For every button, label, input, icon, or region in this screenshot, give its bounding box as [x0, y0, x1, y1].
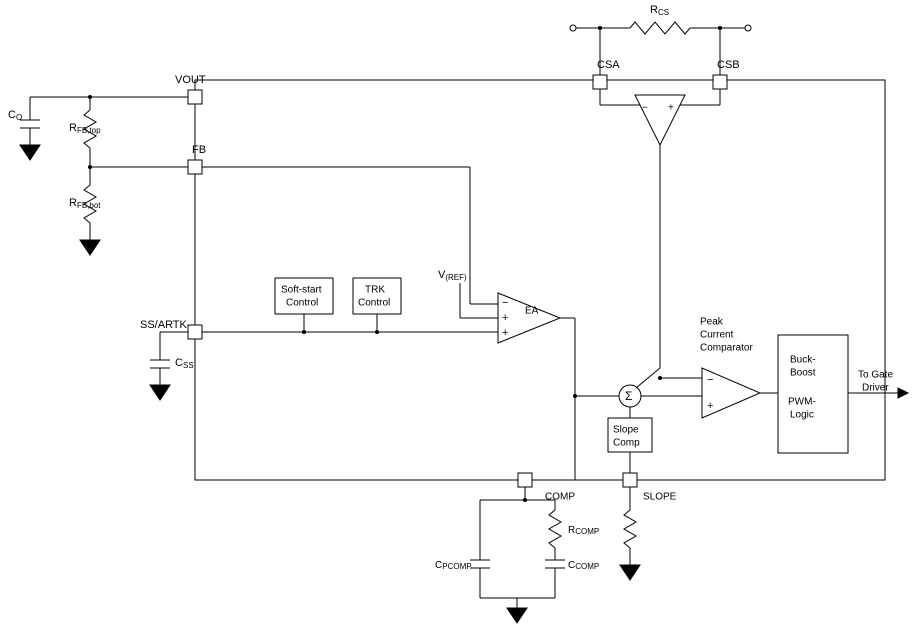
vout-label: VOUT	[175, 74, 206, 86]
co-label: CO	[8, 109, 22, 122]
buckboost1-label: Buck-	[790, 355, 816, 366]
slope-pin	[623, 473, 637, 487]
gate-arrow	[898, 388, 908, 398]
svg-text:Control: Control	[286, 298, 318, 309]
ea-plus1: +	[502, 312, 508, 324]
svg-text:+: +	[707, 400, 713, 412]
ea-minus: −	[502, 297, 508, 309]
csb-label: CSB	[717, 59, 740, 71]
rfbbot-label: RFB,bot	[69, 197, 101, 210]
co-gnd	[20, 145, 40, 160]
rcs-label: RCS	[650, 4, 669, 17]
comp-gnd	[507, 608, 527, 623]
ea-label: EA	[525, 306, 539, 317]
ssartk-pin	[188, 325, 202, 339]
ssartk-label: SS/ARTK	[140, 319, 188, 331]
ea-plus2: +	[502, 327, 508, 339]
slope-label: SLOPE	[643, 492, 677, 503]
slope-gnd	[620, 565, 640, 580]
rcs-right-terminal	[745, 25, 751, 31]
csb-pin	[713, 75, 727, 89]
sigma-label: Σ	[625, 389, 632, 403]
trk-label: TRK	[365, 285, 385, 296]
vref-label: V(REF)	[438, 269, 467, 282]
buckboost2-label: Boost	[790, 368, 816, 379]
togate-label2: Driver	[862, 383, 889, 394]
svg-text:Logic: Logic	[790, 410, 814, 421]
svg-text:Control: Control	[358, 298, 390, 309]
pwm-logic-block	[778, 335, 848, 453]
ccomp-label: CCOMP	[568, 560, 599, 571]
css-gnd	[150, 385, 170, 400]
togate-label1: To Gate	[858, 370, 893, 381]
vout-pin	[188, 90, 202, 104]
pwm-label: PWM-	[788, 397, 816, 408]
peak-label3: Comparator	[700, 343, 753, 354]
csa-pin	[593, 75, 607, 89]
fb-pin	[188, 160, 202, 174]
rcs-left-terminal	[570, 25, 576, 31]
rfbtop-label: RFB,top	[69, 122, 101, 135]
svg-text:−: −	[707, 374, 713, 386]
rcomp-label: RCOMP	[568, 525, 599, 536]
rfbbot-gnd	[80, 240, 100, 255]
slopecomp-label2: Comp	[613, 438, 640, 449]
slopecomp-label1: Slope	[613, 425, 639, 436]
csa-minus: −	[642, 103, 648, 114]
comp-pin	[518, 473, 532, 487]
softstart-label: Soft-start	[281, 285, 322, 296]
comp-label: COMP	[545, 492, 575, 503]
fb-label: FB	[192, 144, 206, 156]
csa-plus: +	[668, 103, 674, 114]
csa-label: CSA	[597, 59, 620, 71]
cpcomp-label: CPCOMP	[435, 560, 472, 571]
peak-label2: Current	[700, 330, 734, 341]
css-label: CSS	[175, 357, 194, 370]
peak-label1: Peak	[700, 317, 724, 328]
